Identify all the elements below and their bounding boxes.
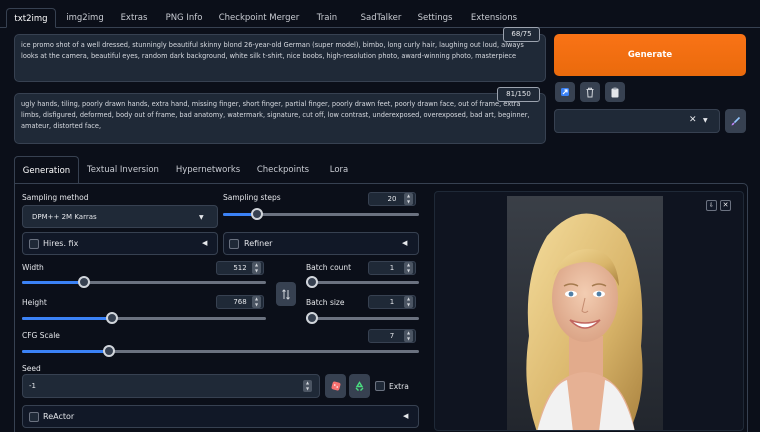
style-clipboard-button[interactable] (605, 82, 625, 102)
dice-icon (331, 381, 340, 391)
batch-count-stepper[interactable]: ▲ ▼ (404, 262, 413, 274)
tab-generation[interactable]: Generation (14, 156, 79, 184)
reuse-seed-button[interactable] (349, 374, 370, 398)
reactor-accordion[interactable]: ReActor ◀ (22, 405, 419, 428)
chevron-down-icon: ▼ (199, 214, 204, 221)
generate-button[interactable]: Generate (554, 34, 746, 76)
height-value: 768 (233, 298, 247, 306)
tab-extensions[interactable]: Extensions (463, 8, 525, 28)
sampling-method-value: DPM++ 2M Karras (32, 213, 97, 221)
tab-lora[interactable]: Lora (322, 156, 356, 184)
seed-stepper[interactable]: ▲ ▼ (303, 380, 312, 392)
tab-sadtalker[interactable]: SadTalker (352, 8, 410, 28)
recycle-icon (355, 380, 364, 391)
reactor-label: ReActor (43, 412, 75, 421)
sampling-steps-value: 20 (387, 195, 397, 203)
width-stepper[interactable]: ▲ ▼ (252, 262, 261, 274)
collapse-triangle-icon: ◀ (202, 239, 208, 247)
negative-token-counter: 81/150 (497, 87, 540, 102)
seed-value: -1 (29, 382, 36, 390)
download-icon[interactable]: ⇩ (706, 200, 717, 211)
batch-count-slider-thumb[interactable] (306, 276, 318, 288)
hires-fix-accordion[interactable]: Hires. fix ◀ (22, 232, 218, 255)
refiner-accordion[interactable]: Refiner ◀ (223, 232, 419, 255)
width-slider-thumb[interactable] (78, 276, 90, 288)
hires-fix-label: Hires. fix (43, 239, 79, 248)
random-seed-button[interactable] (325, 374, 346, 398)
clear-prompt-button[interactable] (580, 82, 600, 102)
clipboard-icon (611, 87, 619, 97)
close-icon[interactable]: ✕ (720, 200, 731, 211)
batch-size-slider[interactable] (306, 312, 419, 324)
seed-input[interactable]: -1 ▲ ▼ (22, 374, 320, 398)
height-slider-thumb[interactable] (106, 312, 118, 324)
clear-icon[interactable]: ✕ (689, 115, 697, 125)
tab-train[interactable]: Train (309, 8, 345, 28)
sampling-steps-slider-thumb[interactable] (251, 208, 263, 220)
batch-count-value: 1 (389, 264, 395, 272)
batch-size-label: Batch size (306, 298, 345, 307)
paste-params-button[interactable] (555, 82, 575, 102)
batch-size-value: 1 (389, 298, 395, 306)
apply-style-button[interactable] (725, 109, 746, 133)
hires-fix-checkbox[interactable] (29, 239, 39, 249)
cfg-scale-slider[interactable] (22, 345, 419, 357)
prompt-token-counter: 68/75 (503, 27, 540, 42)
cfg-scale-value: 7 (389, 332, 395, 340)
sampling-steps-stepper[interactable]: ▲ ▼ (404, 193, 413, 205)
sampling-steps-label: Sampling steps (223, 193, 281, 202)
cfg-scale-label: CFG Scale (22, 331, 60, 340)
tab-img2img[interactable]: img2img (62, 8, 108, 28)
cfg-scale-slider-thumb[interactable] (103, 345, 115, 357)
collapse-triangle-icon: ◀ (402, 239, 408, 247)
tab-extras[interactable]: Extras (114, 8, 154, 28)
tab-settings[interactable]: Settings (414, 8, 456, 28)
extra-label: Extra (389, 382, 409, 391)
tab-hypernetworks[interactable]: Hypernetworks (170, 156, 246, 184)
negative-prompt-textarea[interactable]: ugly hands, tiling, poorly drawn hands, … (14, 93, 546, 144)
width-value: 512 (233, 264, 247, 272)
tab-png-info[interactable]: PNG Info (160, 8, 208, 28)
batch-size-stepper[interactable]: ▲ ▼ (404, 296, 413, 308)
swap-dimensions-button[interactable] (276, 282, 296, 306)
sampling-method-label: Sampling method (22, 193, 89, 202)
reactor-checkbox[interactable] (29, 412, 39, 422)
tab-textual-inversion[interactable]: Textual Inversion (84, 156, 162, 184)
sampling-method-dropdown[interactable]: DPM++ 2M Karras ▼ (22, 205, 218, 228)
chevron-down-icon: ▼ (703, 117, 708, 124)
refiner-checkbox[interactable] (229, 239, 239, 249)
trash-icon (586, 87, 594, 97)
height-slider-fill (22, 317, 112, 320)
batch-size-slider-thumb[interactable] (306, 312, 318, 324)
cfg-scale-slider-fill (22, 350, 109, 353)
collapse-triangle-icon: ◀ (403, 412, 409, 420)
top-tab-bar: txt2img img2img Extras PNG Info Checkpoi… (0, 8, 760, 28)
output-gallery: ⇩ ✕ (434, 191, 744, 431)
height-slider[interactable] (22, 312, 266, 324)
height-label: Height (22, 298, 47, 307)
brush-icon (731, 116, 741, 125)
cfg-scale-stepper[interactable]: ▲ ▼ (404, 330, 413, 342)
height-stepper[interactable]: ▲ ▼ (252, 296, 261, 308)
sampling-steps-slider[interactable] (223, 208, 419, 220)
tab-checkpoints[interactable]: Checkpoints (252, 156, 314, 184)
seed-label: Seed (22, 364, 41, 373)
arrow-icon (561, 88, 569, 96)
tab-txt2img[interactable]: txt2img (6, 8, 56, 28)
extra-seed-checkbox[interactable] (375, 381, 385, 391)
prompt-textarea[interactable]: ice promo shot of a well dressed, stunni… (14, 34, 546, 82)
tab-checkpoint-merger[interactable]: Checkpoint Merger (216, 8, 302, 28)
generated-image[interactable] (507, 196, 663, 431)
width-label: Width (22, 263, 44, 272)
swap-arrows-icon (282, 288, 290, 300)
width-slider[interactable] (22, 276, 266, 288)
width-slider-fill (22, 281, 84, 284)
styles-dropdown[interactable]: ✕ ▼ (554, 109, 720, 133)
batch-count-label: Batch count (306, 263, 352, 272)
refiner-label: Refiner (244, 239, 273, 248)
batch-count-slider[interactable] (306, 276, 419, 288)
